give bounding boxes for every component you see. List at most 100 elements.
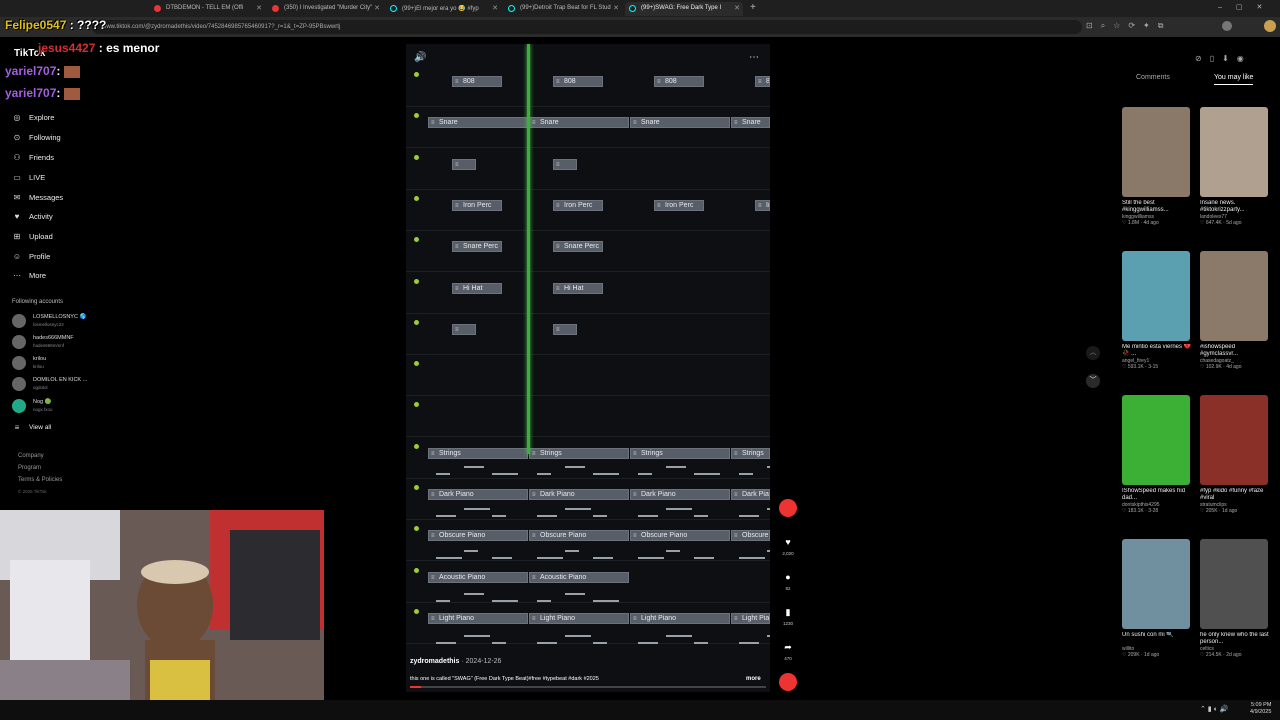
sidebar-item-messages[interactable]: ✉ Messages: [12, 190, 64, 204]
volume-icon[interactable]: 🔊: [414, 52, 426, 63]
url-field[interactable]: www.tiktok.com/@zydromadethis/video/7452…: [92, 20, 1082, 34]
pattern-clip[interactable]: ≡ Light Piano: [630, 612, 730, 624]
recommended-video-card[interactable]: Insane news. #tiktokrizzparty... landolee…: [1200, 107, 1270, 226]
pattern-clip[interactable]: ≡ Dark Piano: [630, 489, 730, 500]
view-all-link[interactable]: ≡ View all: [12, 420, 52, 434]
following-account[interactable]: hades666MMNF hades666mmnf: [12, 333, 74, 351]
pattern-clip[interactable]: ≡ Snare: [428, 117, 528, 129]
following-account[interactable]: Nog 🟢 nogx.fxoo: [12, 397, 53, 415]
recommended-video-card[interactable]: IShowSpeed makes hid dad... dontskipthis4…: [1122, 395, 1192, 514]
close-tab-icon[interactable]: ✕: [613, 4, 619, 12]
pattern-clip[interactable]: ≡ Hi Hat: [452, 282, 502, 294]
sidebar-item-profile[interactable]: ☺ Profile: [12, 249, 50, 263]
pattern-clip[interactable]: ≡ Strings: [630, 447, 730, 459]
pattern-clip[interactable]: ≡ Iron Perc: [755, 199, 770, 211]
pattern-clip[interactable]: ≡ Obscure Piano: [731, 530, 770, 542]
sidebar-item-explore[interactable]: ◎ Explore: [12, 110, 55, 124]
sidebar-item-live[interactable]: ▭ LIVE: [12, 170, 45, 184]
tray-icons[interactable]: ⌃ ▮ ◐ 🔊: [1200, 705, 1229, 713]
pattern-clip[interactable]: ≡ Obscure Piano: [428, 530, 528, 542]
close-tab-icon[interactable]: ✕: [256, 4, 262, 12]
video-player[interactable]: 🔊 ⋯ ≡ 808 ≡ 808 ≡ 808 ≡ 808 ≡ Snare ≡ Snare ≡ Snare ≡ S…: [406, 44, 770, 692]
extension-icon[interactable]: [1264, 20, 1276, 32]
pattern-clip[interactable]: ≡ Iron Perc: [452, 199, 502, 211]
sidebar-item-activity[interactable]: ♥ Activity: [12, 209, 53, 223]
footer-link[interactable]: Program: [18, 465, 41, 471]
recommended-video-card[interactable]: #ishowspeed #gymclassvr... chasedagoatz_ ♡…: [1200, 251, 1270, 370]
pattern-clip[interactable]: ≡ 808: [755, 76, 770, 87]
pattern-clip[interactable]: ≡ Obscure Piano: [529, 530, 629, 542]
share-button[interactable]: ➦ 470: [777, 640, 799, 661]
browser-tab[interactable]: (99+)Detroit Trap Beat for FL Stud ✕: [504, 2, 622, 16]
pattern-clip[interactable]: ≡ Iron Perc: [654, 199, 704, 211]
pattern-clip[interactable]: ≡ Snare Perc: [452, 241, 502, 253]
previous-video-button[interactable]: ︿: [1086, 346, 1100, 360]
more-caption-button[interactable]: more: [746, 676, 761, 682]
pattern-clip[interactable]: ≡ Snare: [731, 117, 770, 129]
pattern-clip[interactable]: ≡ 808: [654, 76, 704, 87]
following-account[interactable]: DOMILOL EN KICK ... ogdolol: [12, 375, 87, 393]
pattern-clip[interactable]: ≡ Light Piano: [529, 612, 629, 624]
tab-comments[interactable]: Comments: [1136, 74, 1170, 81]
close-tab-icon[interactable]: ✕: [734, 4, 740, 12]
close-tab-icon[interactable]: ✕: [374, 4, 380, 12]
sidebar-item-more[interactable]: ⋯ More: [12, 268, 46, 282]
pattern-clip[interactable]: ≡ Strings: [428, 447, 528, 459]
like-button[interactable]: ♥ 2,020: [777, 535, 799, 556]
more-options-icon[interactable]: ⋯: [749, 52, 759, 63]
recommended-video-card[interactable]: Un sushi con mi 🔍 willito ♡ 209K · 1d ago: [1122, 539, 1192, 658]
pattern-clip[interactable]: ≡ Acoustic Piano: [529, 571, 629, 583]
pattern-clip[interactable]: ≡ Dark Piano: [529, 489, 629, 500]
pattern-clip[interactable]: ≡ Hi Hat: [553, 282, 603, 294]
pattern-clip[interactable]: ≡ Snare: [630, 117, 730, 129]
track-row-divider: [406, 560, 770, 562]
new-tab-button[interactable]: +: [750, 2, 756, 13]
following-account[interactable]: LOSMELLOSNYC 🌎 losmellosnyc22: [12, 312, 86, 330]
footer-link[interactable]: Terms & Policies: [18, 477, 62, 483]
browser-tab-active[interactable]: (99+)SWAG: Free Dark Type I ✕: [625, 2, 743, 16]
creator-avatar[interactable]: [777, 499, 799, 519]
pattern-clip[interactable]: ≡ Iron Perc: [553, 199, 603, 211]
pattern-clip[interactable]: ≡ Strings: [529, 447, 629, 459]
browser-tab[interactable]: (99+)El mejor era yo 😂 #fyp ✕: [386, 2, 501, 16]
sidebar-item-upload[interactable]: ⊞ Upload: [12, 229, 53, 243]
pattern-clip[interactable]: ≡ Obscure Piano: [630, 530, 730, 542]
pattern-clip[interactable]: ≡ Dark Piano: [428, 489, 528, 500]
following-account[interactable]: krilou krilou: [12, 354, 46, 372]
browser-tab[interactable]: DTBDEMON - TELL EM (Offi ✕: [150, 2, 265, 16]
comment-button[interactable]: ● 82: [777, 570, 799, 591]
pattern-clip[interactable]: ≡ 808: [452, 76, 502, 87]
pattern-clip[interactable]: ≡ Light Piano: [731, 612, 770, 624]
video-progress-bar[interactable]: [410, 686, 766, 688]
profile-avatar[interactable]: [1222, 21, 1232, 31]
pattern-clip[interactable]: ≡ Dark Piano: [731, 489, 770, 500]
sidebar-item-following[interactable]: ⊙ Following: [12, 130, 61, 144]
browser-toolbar-icons[interactable]: ⊡⌕☆⟳✦⧉: [1086, 21, 1171, 31]
pattern-clip[interactable]: ≡ Snare: [529, 117, 629, 129]
pattern-clip[interactable]: ≡: [452, 158, 476, 170]
recommended-video-card[interactable]: Still the best #kinggwilliamss... kinggwi…: [1122, 107, 1192, 226]
recommended-video-card[interactable]: Me mintió esta viernes 💔 🥀 ... angel_fire…: [1122, 251, 1192, 370]
pattern-clip[interactable]: ≡: [553, 158, 577, 170]
recommended-video-card[interactable]: he only knew who the last person... celti…: [1200, 539, 1270, 658]
next-video-button[interactable]: ﹀: [1086, 374, 1100, 388]
pattern-clip[interactable]: ≡ 808: [553, 76, 603, 87]
pattern-clip[interactable]: ≡ Strings: [731, 447, 770, 459]
pattern-clip[interactable]: ≡ Snare Perc: [553, 241, 603, 253]
window-controls[interactable]: –▢✕: [1218, 3, 1276, 11]
footer-link[interactable]: Company: [18, 453, 44, 459]
close-tab-icon[interactable]: ✕: [492, 4, 498, 12]
pattern-clip[interactable]: ≡ Light Piano: [428, 612, 528, 624]
video-author[interactable]: zydromadethis · 2024-12-26: [410, 658, 501, 665]
music-disc[interactable]: [777, 673, 799, 693]
pattern-clip[interactable]: ≡: [452, 323, 476, 335]
pattern-clip[interactable]: ≡ Acoustic Piano: [428, 571, 528, 583]
sidebar-item-friends[interactable]: ⚇ Friends: [12, 150, 54, 164]
system-clock[interactable]: 5:09 PM 4/9/2025: [1250, 702, 1271, 716]
browser-tab[interactable]: (350) I Investigated "Murder City" ✕: [268, 2, 383, 16]
pattern-clip[interactable]: ≡: [553, 323, 577, 335]
panel-toolbar-icons[interactable]: ⊘▯⬇◉: [1195, 54, 1252, 63]
tab-you-may-like[interactable]: You may like: [1214, 74, 1254, 85]
save-button[interactable]: ▮ 1230: [777, 605, 799, 626]
recommended-video-card[interactable]: #fyp #kido #funny #faze #viral stratumcli…: [1200, 395, 1270, 514]
